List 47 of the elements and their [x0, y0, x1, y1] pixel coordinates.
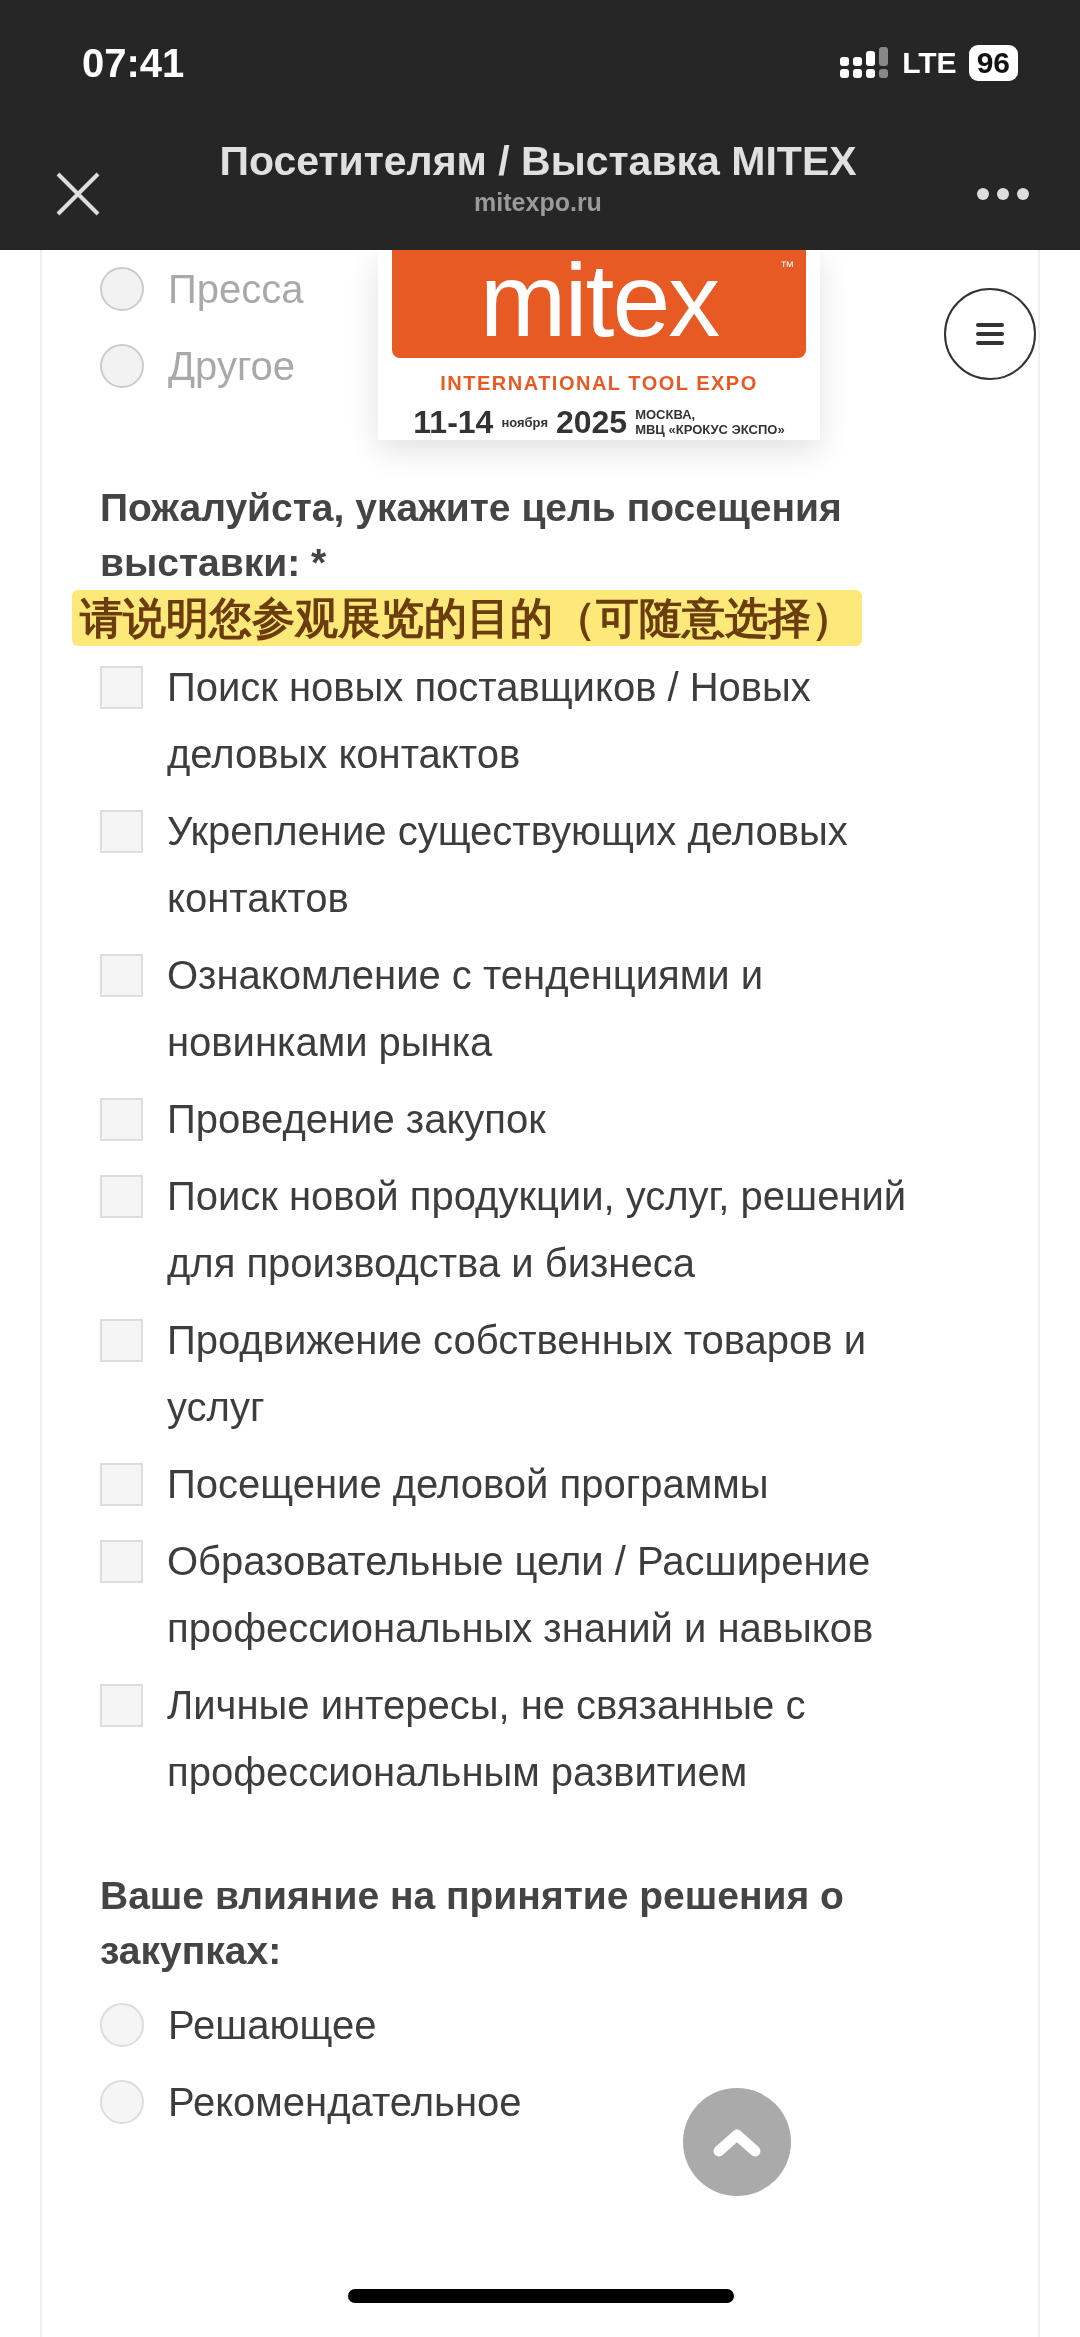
option-label: Рекомендательное [168, 2079, 522, 2126]
question-title: Ваше влияние на принятие решения о закупках: [100, 1873, 845, 1974]
option-label: Поиск новой продукции, услуг, решений для производства и бизнеса [167, 1173, 908, 1287]
status-time: 07:41 [82, 39, 185, 87]
event-dates: 11-14 [413, 403, 494, 442]
checkbox[interactable] [100, 1098, 143, 1141]
network-label: LTE [902, 45, 957, 81]
page-title: Посетителям / Выставка MITEX [218, 139, 858, 185]
event-month: ноября [501, 414, 548, 430]
event-year: 2025 [555, 403, 628, 442]
option-label: Другое [168, 343, 296, 390]
radio-button[interactable] [100, 2080, 144, 2124]
checkbox[interactable] [100, 1175, 143, 1218]
checkbox[interactable] [100, 1463, 143, 1506]
question-title: Пожалуйста, укажите цель посещения выставки: * [100, 485, 843, 586]
radio-button[interactable] [100, 2003, 144, 2047]
option-label: Личные интересы, не связанные с профессиональным развитием [167, 1682, 807, 1796]
checkbox[interactable] [100, 666, 143, 709]
page-url: mitexpo.ru [473, 187, 603, 219]
event-city: МОСКВА, [635, 407, 697, 422]
close-icon[interactable] [56, 171, 100, 216]
checkbox[interactable] [100, 1319, 143, 1362]
menu-icon [975, 322, 1005, 346]
signal-icon [840, 46, 891, 79]
checkbox[interactable] [100, 954, 143, 997]
highlighted-note: 请说明您参观展览的目的（可随意选择） [72, 590, 862, 646]
logo-brand: mitex [479, 250, 719, 358]
checkbox[interactable] [100, 1540, 143, 1583]
checkbox[interactable] [100, 1684, 143, 1727]
battery-level: 96 [968, 44, 1018, 81]
checkbox[interactable] [100, 810, 143, 853]
radio-button[interactable] [100, 344, 144, 388]
option-label: Ознакомление с тенденциями и новинками рынка [167, 952, 765, 1066]
option-label: Посещение деловой программы [167, 1461, 769, 1508]
option-label: Поиск новых поставщиков / Новых деловых контактов [167, 664, 812, 778]
radio-button[interactable] [100, 267, 144, 311]
more-icon[interactable] [976, 186, 1030, 201]
option-label: Продвижение собственных товаров и услуг [167, 1317, 868, 1431]
event-venue: МВЦ «КРОКУС ЭКСПО» [635, 422, 785, 437]
option-label: Проведение закупок [167, 1096, 546, 1143]
chevron-up-icon [713, 2127, 761, 2157]
option-label: Пресса [168, 266, 304, 313]
logo-tagline: INTERNATIONAL TOOL EXPO [439, 371, 759, 396]
option-label: Образовательные цели / Расширение профессиональных знаний и навыков [167, 1538, 875, 1652]
trademark-sign: ™ [780, 257, 794, 276]
option-label: Укрепление существующих деловых контактов [167, 808, 849, 922]
option-label: Решающее [168, 2002, 377, 2049]
